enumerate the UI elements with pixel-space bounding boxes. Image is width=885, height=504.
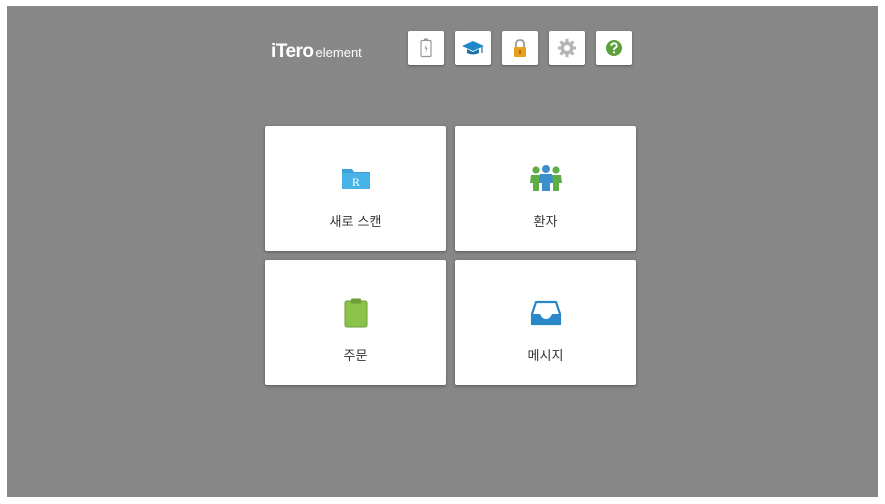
graduation-cap-icon — [462, 41, 484, 55]
help-button[interactable] — [596, 31, 632, 65]
logo-subtitle: element — [315, 45, 362, 60]
orders-tile[interactable]: 주문 — [265, 260, 446, 385]
settings-button[interactable] — [549, 31, 585, 65]
clipboard-icon — [344, 298, 367, 328]
battery-button[interactable] — [408, 31, 444, 65]
messages-tile[interactable]: 메시지 — [455, 260, 636, 385]
lock-icon — [514, 39, 526, 57]
patients-icon — [529, 165, 562, 191]
battery-icon — [420, 38, 432, 58]
inbox-icon — [530, 300, 561, 326]
app-logo: iTero element — [271, 41, 362, 63]
orders-label: 주문 — [343, 349, 368, 364]
new-scan-label: 새로 스캔 — [329, 215, 382, 230]
folder-icon: R — [341, 169, 370, 189]
gear-icon — [557, 38, 577, 58]
folder-letter: R — [351, 175, 359, 189]
home-screen: iTero element R 새로 스캔 환자 주문 메시지 — [7, 6, 878, 497]
learning-button[interactable] — [455, 31, 491, 65]
patients-label: 환자 — [533, 215, 558, 230]
patients-tile[interactable]: 환자 — [455, 126, 636, 251]
help-icon — [606, 40, 622, 56]
messages-label: 메시지 — [527, 349, 564, 364]
new-scan-tile[interactable]: R 새로 스캔 — [265, 126, 446, 251]
logo-brand: iTero — [271, 41, 314, 62]
lock-button[interactable] — [502, 31, 538, 65]
